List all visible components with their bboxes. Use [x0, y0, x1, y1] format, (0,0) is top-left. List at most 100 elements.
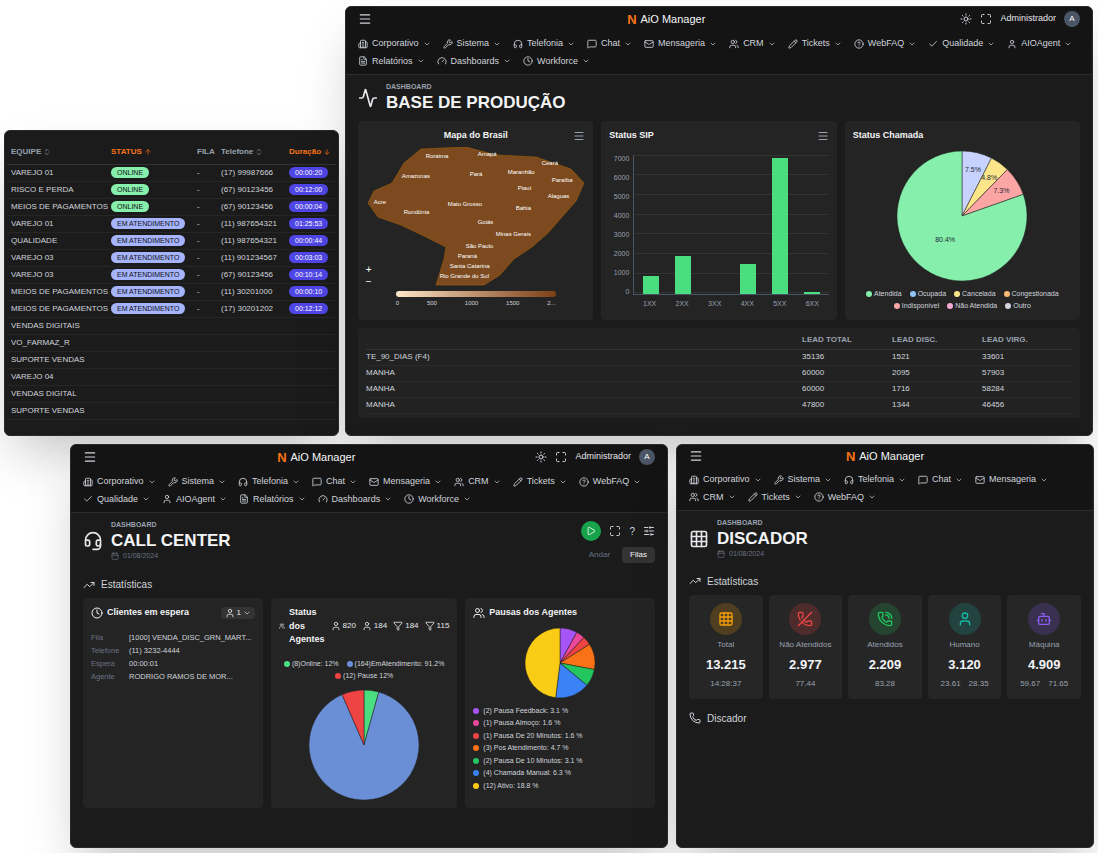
state-label[interactable]: Roraima	[426, 153, 449, 160]
card-menu-icon[interactable]	[573, 130, 585, 142]
nav-item[interactable]: Workforce	[523, 55, 590, 69]
nav-item[interactable]: Chat	[587, 37, 632, 51]
state-label[interactable]: Rio Grande do Sul	[440, 273, 489, 280]
state-label[interactable]: Santa Catarina	[450, 263, 490, 270]
column-header[interactable]: STATUS	[107, 146, 193, 158]
hamburger-menu-icon[interactable]	[358, 12, 372, 26]
stat-card[interactable]: Máquina4.90959.6771.65	[1007, 595, 1081, 699]
nav-item[interactable]: Tickets	[788, 37, 842, 51]
legend-item[interactable]: Não Atendida	[947, 301, 997, 312]
state-label[interactable]: Pará	[470, 171, 483, 178]
agent-count[interactable]: 184	[362, 620, 387, 632]
nav-item[interactable]: Sistema	[774, 473, 833, 487]
table-row[interactable]: VAREJO 04	[7, 369, 336, 386]
state-label[interactable]: Paraíba	[552, 177, 573, 184]
nav-item[interactable]: WebFAQ	[579, 475, 641, 489]
nav-item[interactable]: Qualidade	[928, 37, 995, 51]
column-header[interactable]: EQUIPE	[7, 146, 107, 158]
nav-item[interactable]: CRM	[729, 37, 776, 51]
nav-item[interactable]: Sistema	[443, 37, 502, 51]
nav-item[interactable]: Mensageria	[975, 473, 1048, 487]
table-row[interactable]: RISCO E PERDAONLINE-(67) 9012345600:12:0…	[7, 182, 336, 199]
table-row[interactable]: VENDAS DIGITAL	[7, 386, 336, 403]
nav-item[interactable]: Relatórios	[239, 493, 306, 507]
state-label[interactable]: Rondônia	[404, 209, 430, 216]
waiting-client[interactable]: Fila[1000] VENDA_DISC_GRN_MART...Telefon…	[91, 632, 255, 683]
user-name[interactable]: Administrador	[1000, 12, 1056, 26]
app-logo[interactable]: NAiO Manager	[846, 450, 924, 463]
hamburger-menu-icon[interactable]	[83, 450, 97, 464]
card-menu-icon[interactable]	[817, 130, 829, 142]
brazil-map[interactable]: Roraima Amapá Amazonas Pará Maranhão Ceará Par…	[366, 147, 586, 287]
waiting-count-badge[interactable]: 1	[221, 607, 255, 619]
nav-item[interactable]: Chat	[312, 475, 357, 489]
state-label[interactable]: Bahia	[516, 205, 531, 212]
nav-item[interactable]: Dashboards	[318, 493, 393, 507]
state-label[interactable]: Amazonas	[402, 173, 430, 180]
pie-slice[interactable]: 80.4%	[897, 151, 1027, 281]
view-tab[interactable]: Filas	[622, 547, 655, 563]
fullscreen-icon[interactable]	[609, 525, 621, 537]
zoom-in-button[interactable]: +	[366, 265, 372, 275]
table-row[interactable]: VO_FARMAZ_R	[7, 335, 336, 352]
nav-item[interactable]: Mensageria	[644, 37, 717, 51]
app-logo[interactable]: NAiO Manager	[627, 13, 705, 26]
stat-card[interactable]: Não Atendidos2.97777.44	[769, 595, 843, 699]
nav-item[interactable]: Tickets	[748, 491, 802, 505]
help-button[interactable]: ?	[629, 524, 635, 539]
table-row[interactable]: QUALIDADEEM ATENDIMENTO-(11) 98765432100…	[7, 233, 336, 250]
bar[interactable]	[740, 264, 756, 294]
nav-item[interactable]: Relatórios	[358, 55, 425, 69]
state-label[interactable]: Acre	[374, 199, 386, 206]
user-avatar[interactable]: A	[639, 449, 655, 465]
pie-slice[interactable]	[525, 628, 560, 698]
nav-item[interactable]: Chat	[918, 473, 963, 487]
app-logo[interactable]: NAiO Manager	[277, 451, 355, 464]
table-row[interactable]: SUPORTE VENDAS	[7, 352, 336, 369]
hamburger-menu-icon[interactable]	[689, 449, 703, 463]
fullscreen-icon[interactable]	[555, 451, 567, 463]
state-label[interactable]: Mato Grosso	[448, 201, 482, 208]
table-row[interactable]: SUPORTE VENDAS	[7, 403, 336, 420]
stat-card[interactable]: Atendidos2.20983.28	[848, 595, 922, 699]
legend-item[interactable]: Atendida	[866, 289, 902, 300]
state-label[interactable]: Paraná	[458, 253, 477, 260]
state-label[interactable]: Piauí	[518, 185, 532, 192]
state-label[interactable]: São Paulo	[466, 243, 494, 250]
nav-item[interactable]: Corporativo	[358, 37, 431, 51]
state-label[interactable]: Amapá	[478, 151, 497, 158]
state-label[interactable]: Ceará	[542, 160, 558, 167]
nav-item[interactable]: WebFAQ	[854, 37, 916, 51]
legend-item[interactable]: Congestionada	[1004, 289, 1059, 300]
table-row[interactable]: VAREJO 01ONLINE-(17) 9998766600:00:20	[7, 165, 336, 182]
nav-item[interactable]: Telefonia	[844, 473, 906, 487]
fullscreen-icon[interactable]	[980, 13, 992, 25]
legend-item[interactable]: Cancelada	[954, 289, 995, 300]
stat-card[interactable]: Total13.21514:28:37	[689, 595, 763, 699]
column-header[interactable]: LEAD DISC.	[892, 334, 982, 346]
pie-slice[interactable]	[556, 663, 587, 698]
state-label[interactable]: Alagoas	[548, 193, 570, 200]
table-row[interactable]: MEIOS DE PAGAMENTOSEM ATENDIMENTO-(17) 3…	[7, 301, 336, 318]
nav-item[interactable]: CRM	[454, 475, 501, 489]
zoom-out-button[interactable]: −	[366, 277, 372, 287]
agent-count[interactable]: 184	[393, 620, 418, 632]
pie-slice[interactable]	[342, 690, 364, 745]
settings-icon[interactable]	[643, 525, 655, 537]
state-label[interactable]: Goiás	[478, 219, 494, 226]
bar[interactable]	[675, 256, 691, 294]
table-row[interactable]: VAREJO 03EM ATENDIMENTO-(11) 90123456700…	[7, 250, 336, 267]
theme-icon[interactable]	[960, 13, 972, 25]
bar[interactable]	[804, 292, 820, 294]
nav-item[interactable]: AIOAgent	[162, 493, 227, 507]
state-label[interactable]: Minas Gerais	[496, 231, 531, 238]
legend-item[interactable]: Outro	[1005, 301, 1031, 312]
bar[interactable]	[643, 276, 659, 294]
column-header[interactable]: Duração	[285, 146, 337, 158]
table-row[interactable]: VAREJO 03EM ATENDIMENTO-(67) 9012345600:…	[7, 267, 336, 284]
nav-item[interactable]: Mensageria	[369, 475, 442, 489]
nav-item[interactable]: Tickets	[513, 475, 567, 489]
nav-item[interactable]: AIOAgent	[1007, 37, 1072, 51]
table-row[interactable]: MEIOS DE PAGAMENTOSEM ATENDIMENTO-(11) 3…	[7, 284, 336, 301]
state-label[interactable]: Maranhão	[508, 169, 535, 176]
